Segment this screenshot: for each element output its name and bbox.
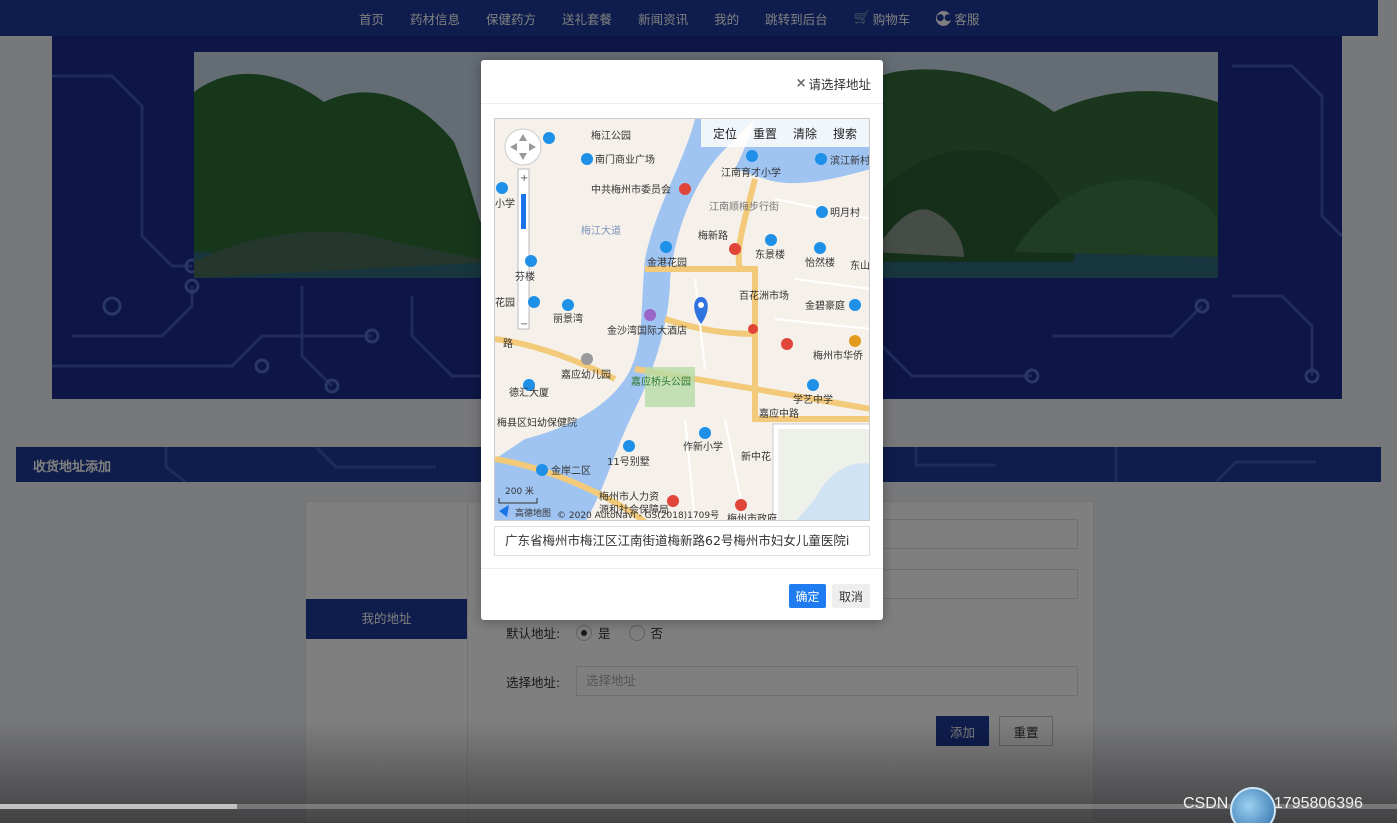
- map-label: 东景楼: [755, 248, 785, 261]
- map-copyright: © 2020 AutoNavi - GS(2018)1709号: [557, 510, 719, 521]
- map-brand: 高德地图: [515, 507, 551, 519]
- map-label: 嘉应桥头公园: [631, 375, 691, 388]
- map-label: 梅州市华侨: [813, 349, 863, 362]
- map-label: 梅江公园: [591, 129, 631, 142]
- map-label: 路: [503, 337, 513, 350]
- map-label: 丽景湾: [553, 312, 583, 325]
- svg-text:−: −: [520, 319, 528, 330]
- map-label: 芬楼: [515, 270, 535, 283]
- map-label: 金沙湾国际大酒店: [607, 324, 687, 337]
- map-label: 新中花: [741, 450, 771, 463]
- map-label: 金港花园: [647, 256, 687, 269]
- dialog-footer: 确定 取消: [481, 568, 883, 620]
- map-label: 作新小学: [683, 440, 723, 453]
- svg-text:+: +: [520, 173, 528, 184]
- map-label: 南门商业广场: [595, 153, 655, 166]
- map-label: 东山: [850, 259, 870, 272]
- map-label: 江南顺梅步行街: [709, 200, 779, 213]
- map-label: 嘉应幼儿园: [561, 368, 611, 381]
- dialog-title-bar: × 请选择地址: [796, 74, 871, 93]
- map-scale: 200 米: [505, 485, 534, 497]
- map-label: 明月村: [830, 206, 860, 219]
- map-label: 梅新路: [698, 229, 728, 242]
- map-label: 梅县区妇幼保健院: [497, 416, 577, 429]
- map-label: 梅江大道: [581, 224, 621, 237]
- map-toolbar: 定位 重置 清除 搜索: [700, 119, 869, 147]
- map-canvas[interactable]: + − 梅江公园 南门商业广场 江南育才小学 滨江新村 中共梅州市委员会 江南顺…: [495, 119, 870, 521]
- map-label: 梅州市政府: [727, 512, 777, 521]
- map-label: 11号别墅: [607, 456, 650, 468]
- cancel-button[interactable]: 取消: [832, 584, 870, 608]
- map-label: 怡然楼: [805, 256, 835, 269]
- search-button[interactable]: 搜索: [825, 125, 865, 142]
- map-label: 学艺中学: [793, 393, 833, 406]
- close-icon[interactable]: ×: [796, 76, 807, 91]
- dialog-header: × 请选择地址: [481, 60, 883, 104]
- map-label: 梅州市人力资: [599, 490, 659, 503]
- map-label: 金碧豪庭: [805, 299, 845, 312]
- map-label: 小学: [495, 197, 515, 210]
- map-reset-button[interactable]: 重置: [745, 125, 785, 142]
- video-progress-fill: [0, 804, 238, 809]
- map-label: 嘉应中路: [759, 407, 799, 420]
- locate-button[interactable]: 定位: [705, 125, 745, 142]
- map-label: 德汇大厦: [509, 386, 549, 399]
- confirm-button[interactable]: 确定: [789, 584, 826, 608]
- clear-button[interactable]: 清除: [785, 125, 825, 142]
- map-label: 金岸二区: [551, 464, 591, 477]
- map-label: 百花洲市场: [739, 289, 789, 302]
- map-label: 江南育才小学: [721, 166, 781, 179]
- dialog-title: 请选择地址: [808, 77, 871, 92]
- map-label: 花园: [495, 296, 515, 309]
- map-label: 滨江新村: [830, 154, 870, 167]
- selected-address-input[interactable]: 广东省梅州市梅江区江南街道梅新路62号梅州市妇女儿童医院i: [494, 526, 870, 556]
- address-picker-dialog: × 请选择地址 + − 梅江公园 南门商业广场 江南育才小学 滨江新村 中共梅州…: [481, 60, 883, 620]
- map-view[interactable]: + − 梅江公园 南门商业广场 江南育才小学 滨江新村 中共梅州市委员会 江南顺…: [494, 118, 870, 521]
- map-label: 中共梅州市委员会: [591, 183, 671, 196]
